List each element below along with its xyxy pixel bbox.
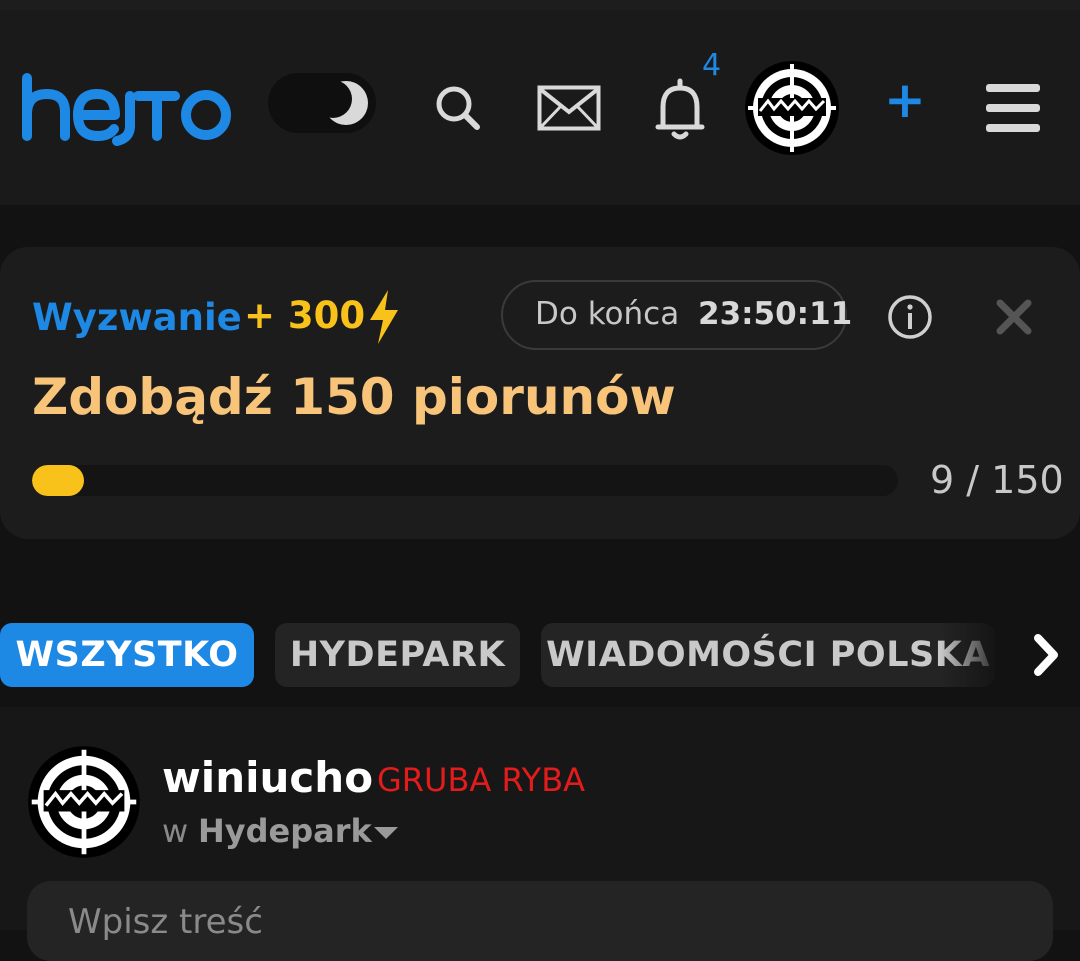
menu-icon[interactable] xyxy=(986,84,1040,137)
challenge-progress-text: 9 / 150 xyxy=(930,458,1064,502)
tab-wiadomosci-polska[interactable]: WIADOMOŚCI POLSKA xyxy=(541,623,995,687)
challenge-label: Wyzwanie xyxy=(32,296,242,339)
community-prefix: w xyxy=(162,812,189,850)
tabs-fade xyxy=(940,623,1000,687)
challenge-points: + 300 xyxy=(244,294,366,337)
tab-hydepark[interactable]: HYDEPARK xyxy=(275,623,520,687)
post-username[interactable]: winiucho xyxy=(162,753,373,802)
timer-value: 23:50:11 xyxy=(698,296,853,332)
post-avatar[interactable] xyxy=(27,745,141,864)
challenge-title: Zdobądź 150 piorunów xyxy=(32,368,676,426)
lightning-icon xyxy=(364,288,404,351)
hejto-logo[interactable] xyxy=(20,58,235,153)
post-content-placeholder: Wpisz treść xyxy=(68,902,263,942)
community-select[interactable]: Hydepark xyxy=(198,812,372,850)
close-icon[interactable] xyxy=(995,298,1033,341)
add-post-button[interactable]: + xyxy=(880,70,930,130)
user-rank-badge: GRUBA RYBA xyxy=(377,761,586,799)
tab-wszystko[interactable]: WSZYSTKO xyxy=(0,623,254,687)
user-avatar[interactable] xyxy=(744,60,840,161)
search-icon[interactable] xyxy=(433,83,483,138)
top-strip xyxy=(0,0,1080,10)
info-icon[interactable] xyxy=(886,293,934,346)
timer-label: Do końca xyxy=(535,296,680,332)
theme-toggle[interactable] xyxy=(268,73,376,133)
challenge-progress-bar xyxy=(32,465,898,496)
notification-count-badge: 4 xyxy=(702,48,722,83)
chevron-right-icon[interactable] xyxy=(1028,630,1064,685)
challenge-progress-fill xyxy=(32,465,84,496)
caret-down-icon[interactable] xyxy=(372,824,400,847)
moon-icon xyxy=(314,79,370,132)
bell-icon[interactable] xyxy=(655,77,705,146)
mail-icon[interactable] xyxy=(537,85,601,136)
